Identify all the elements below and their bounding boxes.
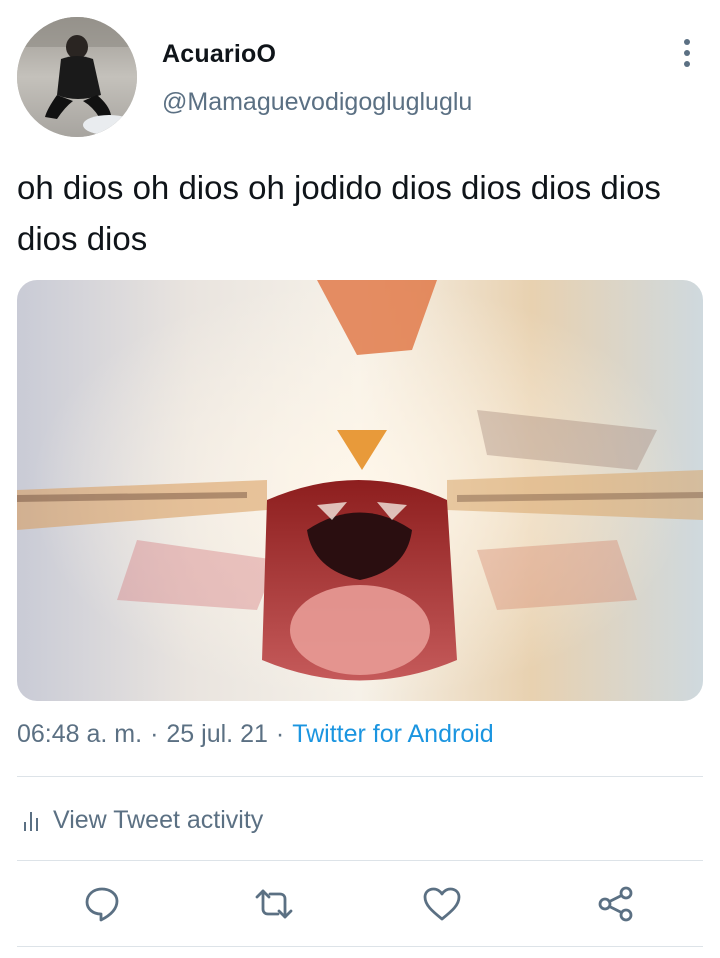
retweet-button[interactable]	[250, 880, 298, 928]
avatar-image	[17, 17, 137, 137]
retweet-icon	[255, 889, 293, 919]
divider	[17, 860, 703, 861]
tweet-source-link[interactable]: Twitter for Android	[292, 720, 493, 748]
share-icon	[598, 886, 633, 922]
bar-chart-icon	[23, 808, 41, 832]
media-picture	[17, 280, 703, 701]
tweet-media-image[interactable]	[17, 280, 703, 701]
view-tweet-activity-label: View Tweet activity	[53, 805, 264, 834]
more-options-button[interactable]	[670, 36, 704, 70]
tweet-metadata: 06:48 a. m. · 25 jul. 21 · Twitter for Andro…	[17, 720, 494, 749]
reply-button[interactable]	[78, 880, 126, 928]
tweet-date: 25 jul. 21	[166, 720, 268, 748]
display-name[interactable]: AcuarioO	[162, 40, 276, 69]
divider	[17, 776, 703, 777]
view-tweet-activity-button[interactable]: View Tweet activity	[17, 800, 263, 840]
divider	[17, 946, 703, 947]
heart-icon	[423, 887, 461, 921]
username[interactable]: @Mamaguevodigoglugluglu	[162, 88, 472, 117]
like-button[interactable]	[418, 880, 466, 928]
more-vertical-icon	[684, 39, 690, 67]
separator: ·	[275, 720, 285, 748]
reply-icon	[85, 887, 119, 922]
share-button[interactable]	[592, 880, 640, 928]
separator: ·	[150, 720, 159, 748]
tweet-time: 06:48 a. m.	[17, 720, 143, 748]
avatar[interactable]	[17, 17, 137, 137]
tweet-text: oh dios oh dios oh jodido dios dios dios…	[17, 169, 661, 257]
